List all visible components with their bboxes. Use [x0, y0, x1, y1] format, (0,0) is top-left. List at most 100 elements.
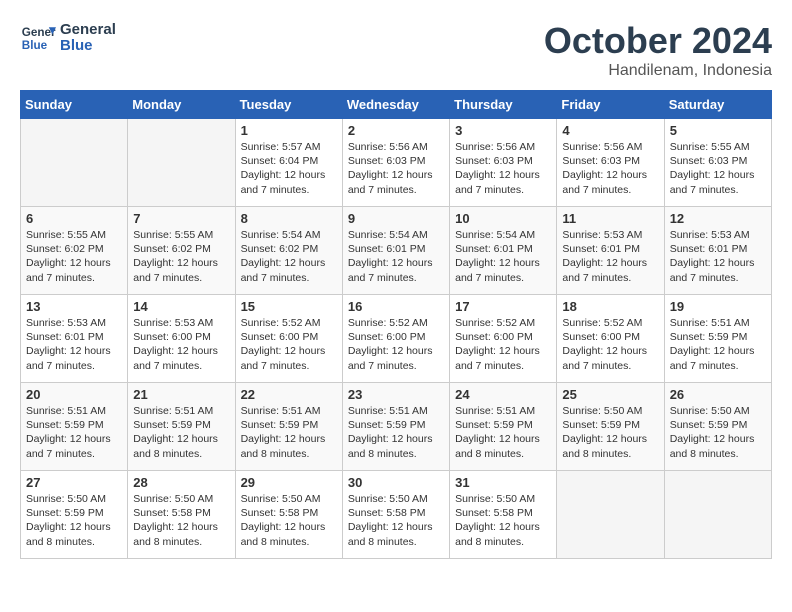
calendar-cell: 7Sunrise: 5:55 AMSunset: 6:02 PMDaylight…: [128, 207, 235, 295]
weekday-sunday: Sunday: [21, 91, 128, 119]
week-row-1: 1 Sunrise: 5:57 AMSunset: 6:04 PMDaylight…: [21, 119, 772, 207]
day-content: Sunrise: 5:50 AMSunset: 5:58 PMDaylight:…: [348, 492, 444, 549]
calendar-cell: 21 Sunrise: 5:51 AMSunset: 5:59 PMDayligh…: [128, 383, 235, 471]
day-content: Sunrise: 5:50 AMSunset: 5:58 PMDaylight:…: [241, 492, 337, 549]
calendar-cell: 31 Sunrise: 5:50 AMSunset: 5:58 PMDayligh…: [450, 471, 557, 559]
day-content: Sunrise: 5:54 AMSunset: 6:02 PMDaylight:…: [241, 228, 337, 285]
weekday-thursday: Thursday: [450, 91, 557, 119]
calendar-cell: 22Sunrise: 5:51 AMSunset: 5:59 PMDayligh…: [235, 383, 342, 471]
day-content: Sunrise: 5:52 AMSunset: 6:00 PMDaylight:…: [455, 316, 551, 373]
calendar-cell: 19 Sunrise: 5:51 AMSunset: 5:59 PMDayligh…: [664, 295, 771, 383]
day-content: Sunrise: 5:53 AMSunset: 6:01 PMDaylight:…: [670, 228, 766, 285]
week-row-3: 13 Sunrise: 5:53 AMSunset: 6:01 PMDayligh…: [21, 295, 772, 383]
calendar-cell: 27Sunrise: 5:50 AMSunset: 5:59 PMDayligh…: [21, 471, 128, 559]
calendar-cell: 29Sunrise: 5:50 AMSunset: 5:58 PMDayligh…: [235, 471, 342, 559]
calendar-cell: 30 Sunrise: 5:50 AMSunset: 5:58 PMDayligh…: [342, 471, 449, 559]
day-number: 12: [670, 211, 766, 226]
day-number: 24: [455, 387, 551, 402]
calendar-cell: 24 Sunrise: 5:51 AMSunset: 5:59 PMDayligh…: [450, 383, 557, 471]
day-content: Sunrise: 5:51 AMSunset: 5:59 PMDaylight:…: [455, 404, 551, 461]
weekday-monday: Monday: [128, 91, 235, 119]
weekday-wednesday: Wednesday: [342, 91, 449, 119]
calendar-cell: 4Sunrise: 5:56 AMSunset: 6:03 PMDaylight…: [557, 119, 664, 207]
day-number: 18: [562, 299, 658, 314]
day-number: 10: [455, 211, 551, 226]
day-content: Sunrise: 5:50 AMSunset: 5:59 PMDaylight:…: [562, 404, 658, 461]
day-number: 30: [348, 475, 444, 490]
day-content: Sunrise: 5:55 AMSunset: 6:02 PMDaylight:…: [133, 228, 229, 285]
day-content: Sunrise: 5:53 AMSunset: 6:01 PMDaylight:…: [562, 228, 658, 285]
day-content: Sunrise: 5:54 AMSunset: 6:01 PMDaylight:…: [348, 228, 444, 285]
day-content: Sunrise: 5:52 AMSunset: 6:00 PMDaylight:…: [241, 316, 337, 373]
week-row-2: 6 Sunrise: 5:55 AMSunset: 6:02 PMDaylight…: [21, 207, 772, 295]
day-number: 2: [348, 123, 444, 138]
calendar-cell: 16 Sunrise: 5:52 AMSunset: 6:00 PMDayligh…: [342, 295, 449, 383]
weekday-tuesday: Tuesday: [235, 91, 342, 119]
calendar-cell: 8 Sunrise: 5:54 AMSunset: 6:02 PMDaylight…: [235, 207, 342, 295]
day-number: 17: [455, 299, 551, 314]
day-content: Sunrise: 5:53 AMSunset: 6:00 PMDaylight:…: [133, 316, 229, 373]
day-content: Sunrise: 5:52 AMSunset: 6:00 PMDaylight:…: [562, 316, 658, 373]
weekday-friday: Friday: [557, 91, 664, 119]
day-number: 8: [241, 211, 337, 226]
day-content: Sunrise: 5:53 AMSunset: 6:01 PMDaylight:…: [26, 316, 122, 373]
weekday-header-row: SundayMondayTuesdayWednesdayThursdayFrid…: [21, 91, 772, 119]
day-number: 4: [562, 123, 658, 138]
calendar-cell: [557, 471, 664, 559]
day-content: Sunrise: 5:56 AMSunset: 6:03 PMDaylight:…: [455, 140, 551, 197]
day-number: 19: [670, 299, 766, 314]
title-block: October 2024 Handilenam, Indonesia: [544, 20, 772, 80]
calendar-cell: 11 Sunrise: 5:53 AMSunset: 6:01 PMDayligh…: [557, 207, 664, 295]
day-number: 1: [241, 123, 337, 138]
calendar-cell: 1 Sunrise: 5:57 AMSunset: 6:04 PMDaylight…: [235, 119, 342, 207]
weekday-saturday: Saturday: [664, 91, 771, 119]
day-number: 6: [26, 211, 122, 226]
month-title: October 2024: [544, 20, 772, 62]
day-number: 11: [562, 211, 658, 226]
page-header: General Blue General Blue October 2024 H…: [20, 20, 772, 80]
day-number: 5: [670, 123, 766, 138]
day-number: 15: [241, 299, 337, 314]
day-content: Sunrise: 5:50 AMSunset: 5:58 PMDaylight:…: [455, 492, 551, 549]
day-content: Sunrise: 5:52 AMSunset: 6:00 PMDaylight:…: [348, 316, 444, 373]
day-number: 28: [133, 475, 229, 490]
logo-icon: General Blue: [20, 20, 56, 56]
calendar-cell: 6Sunrise: 5:55 AMSunset: 6:02 PMDaylight…: [21, 207, 128, 295]
calendar-cell: 5 Sunrise: 5:55 AMSunset: 6:03 PMDaylight…: [664, 119, 771, 207]
calendar-cell: 23Sunrise: 5:51 AMSunset: 5:59 PMDayligh…: [342, 383, 449, 471]
day-content: Sunrise: 5:51 AMSunset: 5:59 PMDaylight:…: [670, 316, 766, 373]
logo: General Blue General Blue: [20, 20, 116, 56]
day-number: 20: [26, 387, 122, 402]
day-number: 26: [670, 387, 766, 402]
day-number: 14: [133, 299, 229, 314]
calendar-cell: 15 Sunrise: 5:52 AMSunset: 6:00 PMDayligh…: [235, 295, 342, 383]
day-number: 13: [26, 299, 122, 314]
day-content: Sunrise: 5:56 AMSunset: 6:03 PMDaylight:…: [348, 140, 444, 197]
calendar-cell: 3 Sunrise: 5:56 AMSunset: 6:03 PMDaylight…: [450, 119, 557, 207]
calendar-cell: 26Sunrise: 5:50 AMSunset: 5:59 PMDayligh…: [664, 383, 771, 471]
week-row-5: 27Sunrise: 5:50 AMSunset: 5:59 PMDayligh…: [21, 471, 772, 559]
week-row-4: 20 Sunrise: 5:51 AMSunset: 5:59 PMDayligh…: [21, 383, 772, 471]
day-content: Sunrise: 5:51 AMSunset: 5:59 PMDaylight:…: [348, 404, 444, 461]
day-content: Sunrise: 5:51 AMSunset: 5:59 PMDaylight:…: [26, 404, 122, 461]
calendar-cell: 12 Sunrise: 5:53 AMSunset: 6:01 PMDayligh…: [664, 207, 771, 295]
day-content: Sunrise: 5:55 AMSunset: 6:03 PMDaylight:…: [670, 140, 766, 197]
calendar-cell: 18 Sunrise: 5:52 AMSunset: 6:00 PMDayligh…: [557, 295, 664, 383]
calendar-cell: 20 Sunrise: 5:51 AMSunset: 5:59 PMDayligh…: [21, 383, 128, 471]
day-content: Sunrise: 5:51 AMSunset: 5:59 PMDaylight:…: [133, 404, 229, 461]
day-number: 16: [348, 299, 444, 314]
svg-text:Blue: Blue: [22, 39, 48, 52]
day-content: Sunrise: 5:50 AMSunset: 5:59 PMDaylight:…: [26, 492, 122, 549]
calendar-cell: 13 Sunrise: 5:53 AMSunset: 6:01 PMDayligh…: [21, 295, 128, 383]
calendar-cell: [21, 119, 128, 207]
calendar-cell: 2 Sunrise: 5:56 AMSunset: 6:03 PMDaylight…: [342, 119, 449, 207]
calendar-cell: 10 Sunrise: 5:54 AMSunset: 6:01 PMDayligh…: [450, 207, 557, 295]
day-content: Sunrise: 5:57 AMSunset: 6:04 PMDaylight:…: [241, 140, 337, 197]
day-number: 9: [348, 211, 444, 226]
day-number: 21: [133, 387, 229, 402]
day-number: 3: [455, 123, 551, 138]
calendar-cell: 14 Sunrise: 5:53 AMSunset: 6:00 PMDayligh…: [128, 295, 235, 383]
day-number: 31: [455, 475, 551, 490]
location: Handilenam, Indonesia: [544, 62, 772, 80]
day-content: Sunrise: 5:54 AMSunset: 6:01 PMDaylight:…: [455, 228, 551, 285]
